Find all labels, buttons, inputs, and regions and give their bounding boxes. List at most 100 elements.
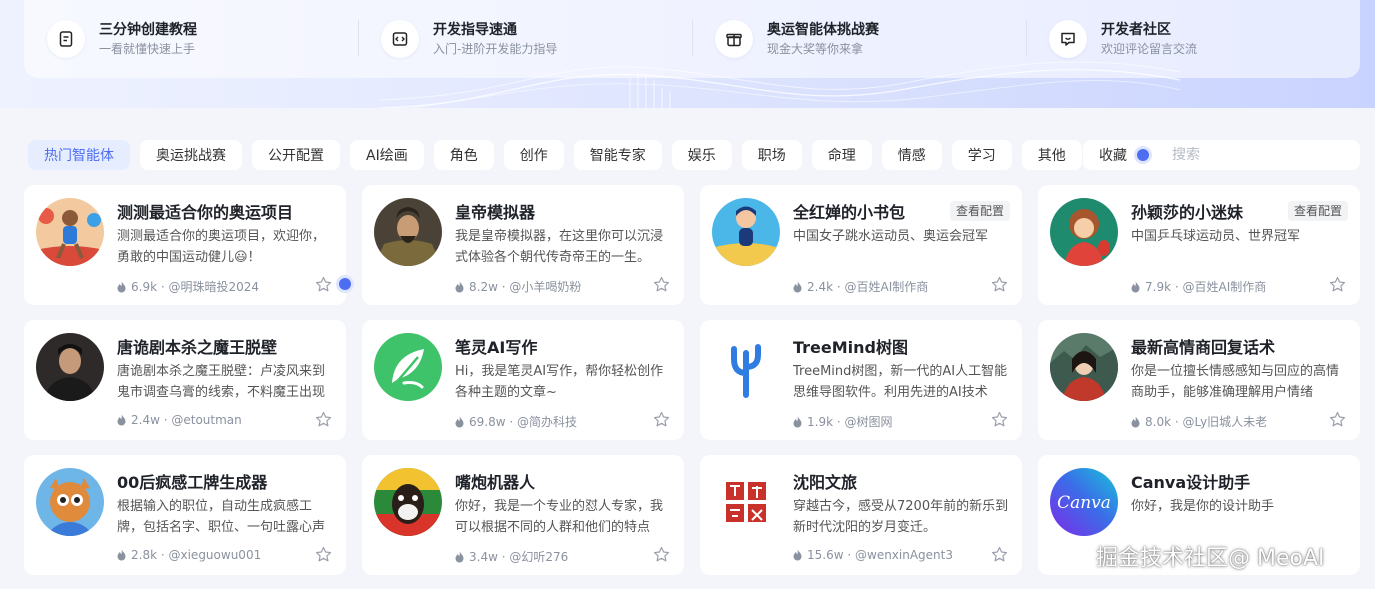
agent-title: 笔灵AI写作 <box>455 338 538 357</box>
heat-count: 2.4w <box>131 413 160 427</box>
heat-count: 2.4k <box>807 279 834 294</box>
agent-card[interactable]: 测测最适合你的奥运项目 测测最适合你的奥运项目，欢迎你，勇敢的中国运动健儿😃！ … <box>24 185 346 305</box>
agent-author: @幻听276 <box>509 550 569 564</box>
agent-card[interactable]: 笔灵AI写作 Hi，我是笔灵AI写作，帮你轻松创作各种主题的文章~ 69.8w … <box>362 320 684 440</box>
quick-link-title: 三分钟创建教程 <box>99 21 197 38</box>
quick-link-dev-guide[interactable]: 开发指导速通 入门-进阶开发能力指导 <box>358 0 692 78</box>
quick-link-olympic-challenge[interactable]: 奥运智能体挑战赛 现金大奖等你来拿 <box>692 0 1026 78</box>
tab-entertainment[interactable]: 娱乐 <box>671 140 732 170</box>
quick-link-title: 奥运智能体挑战赛 <box>767 21 879 38</box>
view-config-badge[interactable]: 查看配置 <box>949 201 1010 221</box>
agent-description: 测测最适合你的奥运项目，欢迎你，勇敢的中国运动健儿😃！ <box>117 229 326 265</box>
agent-avatar <box>36 468 104 536</box>
agent-description: 根据输入的职位，自动生成疯感工牌，包括名字、职位、一句吐露心声 <box>117 499 326 535</box>
favorite-star-icon[interactable] <box>315 276 332 293</box>
fire-icon <box>793 281 802 292</box>
agent-grid: 测测最适合你的奥运项目 测测最适合你的奥运项目，欢迎你，勇敢的中国运动健儿😃！ … <box>24 185 1360 575</box>
favorite-star-icon[interactable] <box>991 546 1008 563</box>
fire-icon <box>793 416 802 427</box>
fire-icon <box>455 416 464 427</box>
agent-title: 唐诡剧本杀之魔王脱壁 <box>117 338 278 357</box>
gift-icon <box>715 20 753 58</box>
tab-hot[interactable]: 热门智能体 <box>28 140 130 170</box>
fire-icon <box>1131 416 1140 427</box>
document-icon <box>47 20 85 58</box>
tab-emotion[interactable]: 情感 <box>881 140 942 170</box>
fire-icon <box>117 281 126 292</box>
favorite-star-icon[interactable] <box>1329 276 1346 293</box>
agent-card[interactable]: 最新高情商回复话术 你是一位擅长情感感知与回应的高情商助手，能够准确理解用户情绪… <box>1038 320 1360 440</box>
agent-card[interactable]: 沈阳文旅 穿越古今，感受从7200年前的新乐到新时代沈阳的岁月变迁。 15.6w… <box>700 455 1022 575</box>
fire-icon <box>793 549 802 561</box>
favorite-star-icon[interactable] <box>315 546 332 563</box>
agent-title: TreeMind树图 <box>793 338 909 357</box>
agent-avatar <box>712 468 780 536</box>
search-input[interactable] <box>1162 140 1360 170</box>
tab-other[interactable]: 其他 <box>1021 140 1082 170</box>
fire-icon <box>455 281 464 292</box>
agent-title: 沈阳文旅 <box>793 473 858 492</box>
tab-role[interactable]: 角色 <box>433 140 494 170</box>
agent-card[interactable]: 全红婵的小书包 查看配置 中国女子跳水运动员、奥运会冠军 2.4k · @百姓A… <box>700 185 1022 305</box>
agent-meta: 1.9k · @树图网 <box>792 413 893 430</box>
agent-card[interactable]: 唐诡剧本杀之魔王脱壁 唐诡剧本杀之魔王脱壁：卢凌风来到鬼市调查乌膏的线索，不料魔… <box>24 320 346 440</box>
tab-study[interactable]: 学习 <box>951 140 1012 170</box>
agent-title: 皇帝模拟器 <box>455 203 536 222</box>
favorite-star-icon[interactable] <box>315 411 332 428</box>
favorites-radio-dot <box>1137 149 1149 161</box>
tab-public-config[interactable]: 公开配置 <box>252 140 340 170</box>
agent-description: 你好，我是一个专业的怼人专家，我可以根据不同的人群和他们的特点 <box>455 499 664 535</box>
tab-fortune[interactable]: 命理 <box>811 140 872 170</box>
favorite-star-icon[interactable] <box>991 276 1008 293</box>
agent-author: @xieguowu001 <box>168 548 262 562</box>
agent-author: @树图网 <box>844 415 893 429</box>
agent-meta: 6.9k · @明珠暗投2024 <box>116 278 259 295</box>
heat-count: 69.8w <box>469 414 506 429</box>
heat-count: 1.9k <box>807 414 834 429</box>
agent-meta: 2.8k · @xieguowu001 <box>116 548 261 562</box>
favorite-star-icon[interactable] <box>991 411 1008 428</box>
category-tabs: 热门智能体 奥运挑战赛 公开配置 AI绘画 角色 创作 智能专家 娱乐 职场 命… <box>28 140 1101 170</box>
favorites-toggle[interactable]: 收藏 <box>1083 140 1163 170</box>
tab-creation[interactable]: 创作 <box>503 140 564 170</box>
agent-card[interactable]: 00后疯感工牌生成器 根据输入的职位，自动生成疯感工牌，包括名字、职位、一句吐露… <box>24 455 346 575</box>
agent-description: TreeMind树图，新一代的AI人工智能思维导图软件。利用先进的AI技术 <box>793 364 1008 400</box>
quick-link-community[interactable]: 开发者社区 欢迎评论留言交流 <box>1026 0 1360 78</box>
agent-author: @百姓AI制作商 <box>1182 280 1267 294</box>
tab-expert[interactable]: 智能专家 <box>573 140 662 170</box>
favorite-star-icon[interactable] <box>653 546 670 563</box>
agent-avatar <box>374 333 442 401</box>
favorite-star-icon[interactable] <box>653 411 670 428</box>
agent-description: 你好，我是你的设计助手 <box>1131 499 1275 514</box>
agent-meta: 7.9k · @百姓AI制作商 <box>1130 278 1266 295</box>
agent-title: 00后疯感工牌生成器 <box>117 473 268 492</box>
agent-card[interactable]: TreeMind树图 TreeMind树图，新一代的AI人工智能思维导图软件。利… <box>700 320 1022 440</box>
agent-avatar <box>1050 333 1118 401</box>
agent-card[interactable]: 皇帝模拟器 我是皇帝模拟器，在这里你可以沉浸式体验各个朝代传奇帝王的一生。 8.… <box>362 185 684 305</box>
tab-workplace[interactable]: 职场 <box>741 140 802 170</box>
view-config-badge[interactable]: 查看配置 <box>1287 201 1348 221</box>
heat-count: 8.0k <box>1145 414 1172 429</box>
agent-author: @明珠暗投2024 <box>168 280 260 294</box>
agent-avatar: Canva <box>1050 468 1118 536</box>
agent-description: 穿越古今，感受从7200年前的新乐到新时代沈阳的岁月变迁。 <box>793 499 1009 535</box>
agent-meta: 3.4w · @幻听276 <box>454 548 568 565</box>
chat-icon <box>1049 20 1087 58</box>
agent-title: 全红婵的小书包 <box>793 203 906 222</box>
favorite-star-icon[interactable] <box>653 276 670 293</box>
agent-card[interactable]: 孙颖莎的小迷妹 查看配置 中国乒乓球运动员、世界冠军 7.9k · @百姓AI制… <box>1038 185 1360 305</box>
agent-author: @etoutman <box>171 413 242 427</box>
quick-link-subtitle: 欢迎评论留言交流 <box>1101 41 1198 56</box>
tab-ai-painting[interactable]: AI绘画 <box>350 140 424 170</box>
agent-card[interactable]: 嘴炮机器人 你好，我是一个专业的怼人专家，我可以根据不同的人群和他们的特点 3.… <box>362 455 684 575</box>
agent-avatar <box>712 333 780 401</box>
agent-avatar <box>374 198 442 266</box>
heat-count: 2.8k <box>131 548 158 562</box>
agent-meta: 8.0k · @Ly旧城人未老 <box>1130 413 1267 430</box>
favorite-star-icon[interactable] <box>1329 411 1346 428</box>
quick-link-tutorial[interactable]: 三分钟创建教程 一看就懂快速上手 <box>24 0 358 78</box>
agent-author: @Ly旧城人未老 <box>1182 415 1268 429</box>
tab-olympic[interactable]: 奥运挑战赛 <box>140 140 242 170</box>
agent-title: 嘴炮机器人 <box>455 473 536 492</box>
agent-title: 最新高情商回复话术 <box>1131 338 1276 357</box>
